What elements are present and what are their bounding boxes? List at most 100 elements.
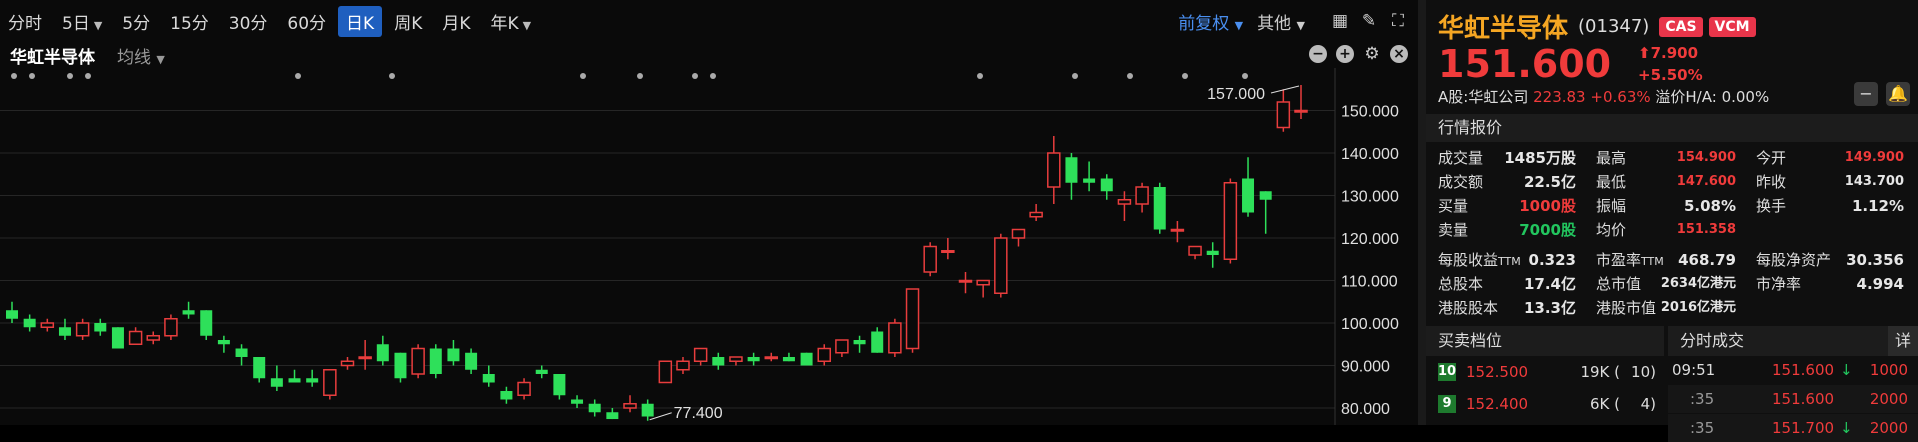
y-tick-label: 130.000 xyxy=(1341,189,1399,206)
candle-body xyxy=(835,339,849,354)
adjust-dropdown[interactable]: 前复权 ▼ xyxy=(1178,9,1243,34)
candle-body xyxy=(1170,228,1185,232)
candle-body xyxy=(1083,178,1096,183)
quote-value: 7000股 xyxy=(1519,221,1576,239)
quote-label: 振幅 xyxy=(1596,197,1627,215)
event-dot xyxy=(295,73,301,79)
book-level-badge: 9 xyxy=(1438,395,1456,413)
candle-body xyxy=(394,352,407,379)
draw-pen-icon[interactable]: ✎ xyxy=(1359,11,1379,31)
quote-value: 30.356 xyxy=(1846,251,1904,269)
last-price: 151.600 xyxy=(1438,42,1612,86)
y-tick-label: 120.000 xyxy=(1341,231,1399,248)
panel-divider[interactable] xyxy=(1418,0,1426,425)
candle-body xyxy=(712,357,725,366)
bell-icon[interactable]: 🔔 xyxy=(1886,82,1910,106)
zoom-in-icon[interactable]: + xyxy=(1336,45,1354,63)
ttm-suffix: TTM xyxy=(1641,255,1664,268)
candle-body xyxy=(447,348,460,362)
low-label: 77.400 xyxy=(674,405,723,422)
section-ticks: 分时成交 详 xyxy=(1668,326,1918,356)
quote-value: 1.12% xyxy=(1851,197,1904,215)
quote-label: 市盈率TTM xyxy=(1596,251,1664,269)
candle-body xyxy=(111,327,124,349)
toolbar-right: 前复权 ▼ 其他 ▼ ▦ ✎ ⛶ xyxy=(1178,0,1408,42)
chevron-down-icon: ▼ xyxy=(1234,18,1244,32)
candle-body xyxy=(1117,199,1132,205)
other-dropdown[interactable]: 其他 ▼ xyxy=(1257,9,1305,34)
tab-timeshare[interactable]: 分时 xyxy=(0,6,50,37)
sub-sections: 买卖档位 分时成交 详 xyxy=(1426,326,1918,356)
quote-label: 换手 xyxy=(1756,197,1787,215)
quote-row: 每股收益TTM 0.323 市盈率TTM 468.79 每股净资产 30.356 xyxy=(1426,248,1918,272)
candle-body xyxy=(1294,109,1308,113)
quote-value: 468.79 xyxy=(1678,251,1736,269)
tick-time: 09:51 xyxy=(1672,361,1716,379)
candle-body xyxy=(146,335,161,341)
candle-body xyxy=(1100,178,1113,192)
tab-5day-label: 5日 xyxy=(62,13,90,34)
candle-body xyxy=(1242,178,1255,213)
tab-daily-k[interactable]: 日K xyxy=(338,5,383,37)
tab-15min[interactable]: 15分 xyxy=(162,6,217,37)
candle-body xyxy=(976,279,990,286)
remove-watchlist-button[interactable]: − xyxy=(1854,82,1878,106)
candle-body xyxy=(500,391,513,400)
quote-label: 港股股本 xyxy=(1438,299,1499,317)
tab-5day[interactable]: 5日 ▼ xyxy=(54,6,110,37)
candle-body xyxy=(1153,187,1166,230)
ticks-detail-button[interactable]: 详 xyxy=(1888,326,1918,356)
candle-body xyxy=(800,352,813,366)
candle-body xyxy=(641,403,654,417)
section-quote-title: 行情报价 xyxy=(1438,118,1503,137)
quote-label: 均价 xyxy=(1596,221,1627,239)
tab-30min[interactable]: 30分 xyxy=(221,6,276,37)
tag-vcm: VCM xyxy=(1708,16,1756,37)
quote-value: 1000股 xyxy=(1519,197,1576,215)
tab-60min[interactable]: 60分 xyxy=(279,6,334,37)
quote-value: 154.900 xyxy=(1676,150,1736,165)
candle-body xyxy=(923,245,937,273)
section-quote: 行情报价 xyxy=(1426,114,1918,142)
premium-value: 0.00% xyxy=(1721,88,1770,106)
event-dot xyxy=(692,73,698,79)
candle-body xyxy=(729,356,743,362)
other-label: 其他 xyxy=(1257,13,1292,34)
gear-icon[interactable]: ⚙ xyxy=(1363,45,1381,63)
change-amount: 7.900 xyxy=(1650,44,1699,62)
book-volume: 19K ( xyxy=(1580,363,1620,381)
candle-body xyxy=(693,347,708,362)
quote-label: 买量 xyxy=(1438,197,1469,215)
tab-monthly-k[interactable]: 月K xyxy=(434,6,478,37)
close-icon[interactable]: × xyxy=(1390,45,1408,63)
grid-layout-icon[interactable]: ▦ xyxy=(1330,11,1350,31)
ashare-label[interactable]: A股:华虹公司 xyxy=(1438,88,1528,106)
tab-5min[interactable]: 5分 xyxy=(114,6,158,37)
tick-price: 151.600 xyxy=(1772,361,1835,379)
quote-label: 港股市值 xyxy=(1596,299,1657,317)
chart-subbar: 华虹半导体 均线 ▼ − + ⚙ × xyxy=(0,42,1418,68)
stock-code: (01347) xyxy=(1578,16,1650,37)
ma-dropdown[interactable]: 均线 ▼ xyxy=(117,43,165,68)
chart-stock-name: 华虹半导体 xyxy=(10,47,95,68)
candle-body xyxy=(941,250,955,253)
quote-row: 成交量 1485万股 最高 154.900 今开 149.900 xyxy=(1426,146,1918,170)
quote-row: 成交额 22.5亿 最低 147.600 昨收 143.700 xyxy=(1426,170,1918,194)
event-dot xyxy=(85,73,91,79)
zoom-out-icon[interactable]: − xyxy=(1309,45,1327,63)
candle-body xyxy=(6,310,18,319)
order-book-row[interactable]: 10 152.500 19K (10) xyxy=(1426,358,1664,386)
candle-body xyxy=(553,374,566,396)
candle-body xyxy=(853,340,866,345)
y-tick-label: 150.000 xyxy=(1341,104,1399,121)
candle-body xyxy=(517,381,531,396)
ashare-pct: +0.63% xyxy=(1590,88,1651,106)
candle-body xyxy=(1259,191,1272,200)
quote-label: 昨收 xyxy=(1756,173,1787,191)
candle-body xyxy=(306,378,319,383)
order-book-row[interactable]: 9 152.400 6K (4) xyxy=(1426,390,1664,418)
tab-yearly-k[interactable]: 年K ▼ xyxy=(483,6,540,37)
ashare-price: 223.83 xyxy=(1533,88,1586,106)
tab-weekly-k[interactable]: 周K xyxy=(386,6,430,37)
fullscreen-icon[interactable]: ⛶ xyxy=(1388,11,1408,31)
